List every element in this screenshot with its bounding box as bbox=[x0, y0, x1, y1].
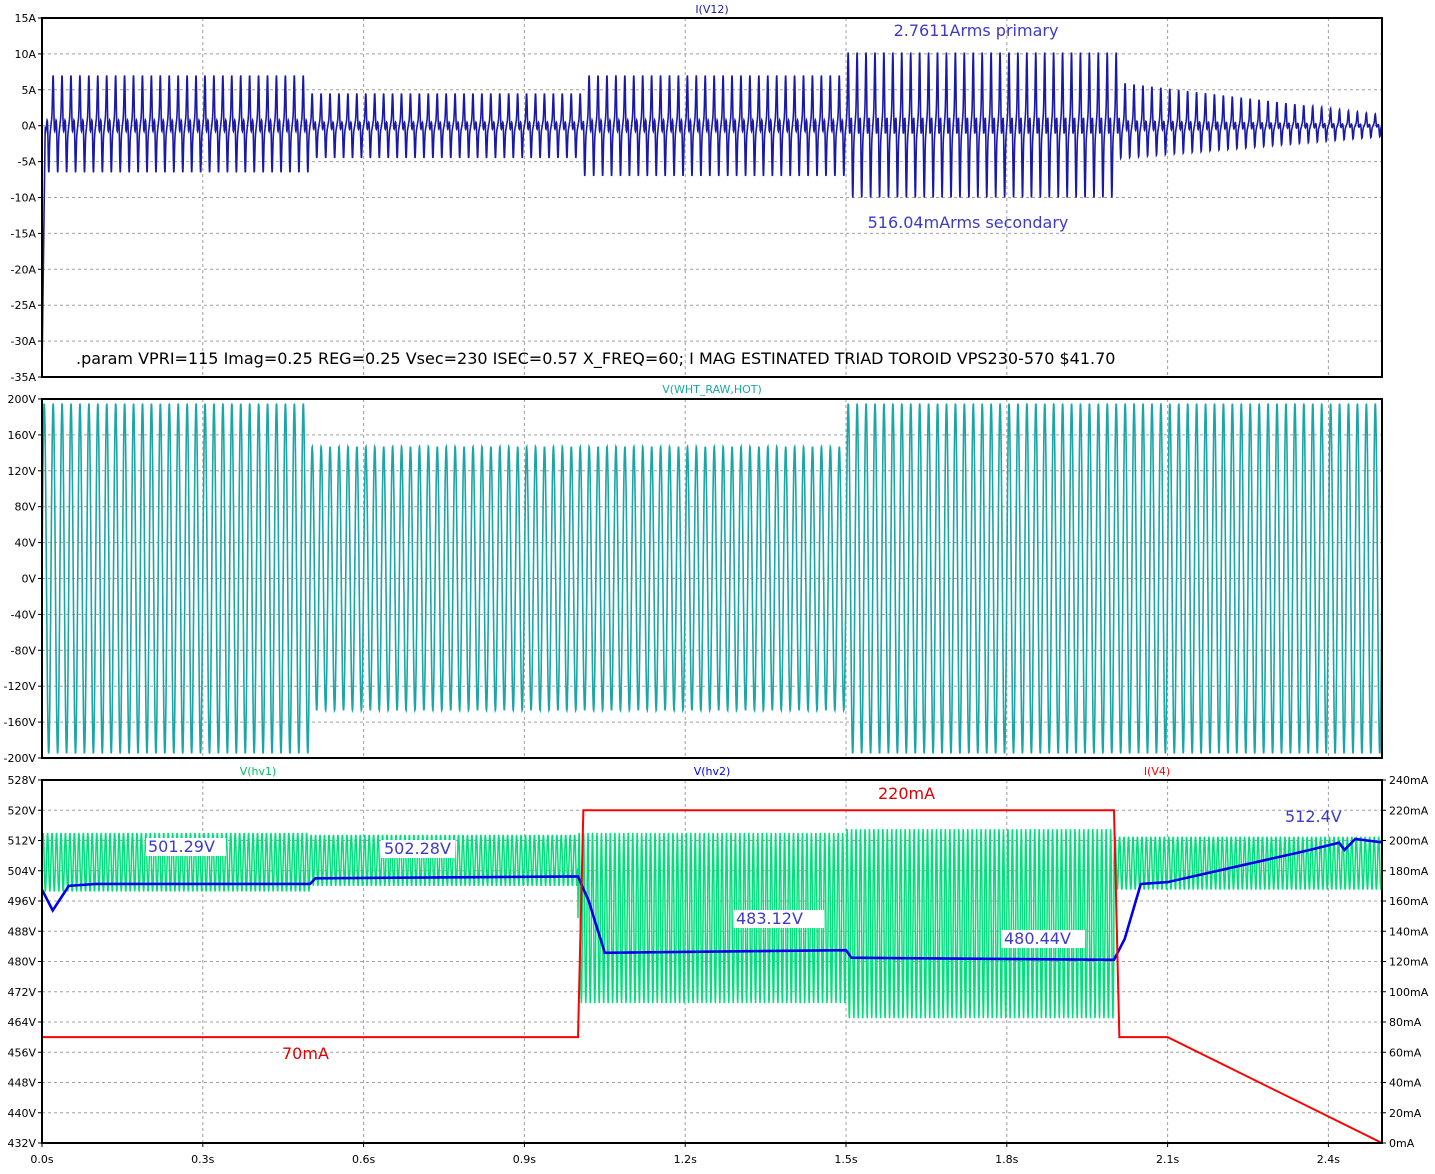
secondary-rms-label: 516.04mArms secondary bbox=[868, 213, 1069, 232]
y-tick-label: 10A bbox=[14, 48, 36, 61]
data-label-220ma: 220mA bbox=[878, 784, 935, 803]
y-tick-label: 496V bbox=[7, 895, 36, 908]
y2-tick-label: 200mA bbox=[1389, 835, 1429, 848]
y2-tick-label: 120mA bbox=[1389, 956, 1429, 969]
y2-tick-label: 20mA bbox=[1389, 1107, 1422, 1120]
y-tick-label: 120V bbox=[7, 465, 36, 478]
x-tick-label: 1.5s bbox=[834, 1153, 857, 1166]
y-tick-label: -120V bbox=[4, 680, 37, 693]
y2-tick-label: 220mA bbox=[1389, 804, 1429, 817]
y2-tick-label: 180mA bbox=[1389, 865, 1429, 878]
data-label-480v: 480.44V bbox=[1004, 929, 1071, 948]
data-label-512v: 512.4V bbox=[1285, 807, 1342, 826]
y-tick-label: 528V bbox=[7, 774, 36, 787]
y-tick-label: -25A bbox=[11, 299, 37, 312]
legend-vhv2: V(hv2) bbox=[694, 765, 731, 778]
trace-vhv1 bbox=[41, 829, 1383, 1019]
y2-tick-label: 160mA bbox=[1389, 895, 1429, 908]
data-label-501v: 501.29V bbox=[148, 837, 215, 856]
y2-tick-label: 80mA bbox=[1389, 1016, 1422, 1029]
y-tick-label: -40V bbox=[11, 608, 37, 621]
y-tick-label: -5A bbox=[18, 156, 37, 169]
y-tick-label: 40V bbox=[14, 537, 36, 550]
y-tick-label: -10A bbox=[11, 192, 37, 205]
plot-window: I(V12) 15A 10A 5A 0A -5A -10A -15A -20A -25A -30A… bbox=[0, 0, 1435, 1170]
x-tick-label: 0.9s bbox=[513, 1153, 536, 1166]
primary-rms-label: 2.7611Arms primary bbox=[894, 21, 1059, 40]
x-tick-label: 1.2s bbox=[674, 1153, 697, 1166]
y-tick-label: 520V bbox=[7, 804, 36, 817]
x-tick-label: 1.8s bbox=[995, 1153, 1018, 1166]
y-tick-label: -35A bbox=[11, 371, 37, 384]
panel2-title: V(WHT_RAW,HOT) bbox=[662, 383, 762, 396]
y-tick-label: 0A bbox=[21, 120, 36, 133]
y-tick-label: 160V bbox=[7, 429, 36, 442]
y-tick-label: -15A bbox=[11, 227, 37, 240]
spice-param-directive: .param VPRI=115 Imag=0.25 REG=0.25 Vsec=… bbox=[76, 349, 1115, 369]
legend-vhv1: V(hv1) bbox=[240, 765, 277, 778]
y-tick-label: 472V bbox=[7, 986, 36, 999]
data-label-483v: 483.12V bbox=[736, 909, 803, 928]
y2-tick-label: 100mA bbox=[1389, 986, 1429, 999]
y-tick-label: 448V bbox=[7, 1077, 36, 1090]
y-tick-label: 432V bbox=[7, 1137, 36, 1150]
y2-tick-label: 40mA bbox=[1389, 1077, 1422, 1090]
y-tick-label: 440V bbox=[7, 1107, 36, 1120]
y-tick-label: -200V bbox=[4, 752, 37, 765]
y-tick-label: 512V bbox=[7, 835, 36, 848]
data-label-70ma: 70mA bbox=[282, 1044, 329, 1063]
y2-tick-label: 140mA bbox=[1389, 925, 1429, 938]
waveform-viewer: I(V12) 15A 10A 5A 0A -5A -10A -15A -20A -25A -30A… bbox=[4, 3, 1429, 1166]
y-tick-label: 15A bbox=[14, 12, 36, 25]
y-tick-label: 200V bbox=[7, 393, 36, 406]
y-tick-label: -30A bbox=[11, 335, 37, 348]
panel1-title: I(V12) bbox=[695, 3, 728, 16]
y-tick-label: -160V bbox=[4, 716, 37, 729]
y-tick-label: 464V bbox=[7, 1016, 36, 1029]
y-tick-label: -80V bbox=[11, 644, 37, 657]
x-tick-label: 0.0s bbox=[30, 1153, 53, 1166]
trace-iv12 bbox=[41, 52, 1383, 370]
y-tick-label: 0V bbox=[21, 573, 36, 586]
y-tick-label: 80V bbox=[14, 501, 36, 514]
y2-tick-label: 60mA bbox=[1389, 1046, 1422, 1059]
x-tick-label: 0.3s bbox=[191, 1153, 214, 1166]
y-tick-label: 456V bbox=[7, 1046, 36, 1059]
trace-vwht-raw-hot bbox=[41, 403, 1383, 754]
y-tick-label: 5A bbox=[21, 84, 36, 97]
y2-tick-label: 240mA bbox=[1389, 774, 1429, 787]
y-tick-label: 504V bbox=[7, 865, 36, 878]
x-tick-label: 0.6s bbox=[352, 1153, 375, 1166]
legend-iv4: I(V4) bbox=[1144, 765, 1170, 778]
x-tick-label: 2.1s bbox=[1156, 1153, 1179, 1166]
x-tick-label: 2.4s bbox=[1317, 1153, 1340, 1166]
y-tick-label: 480V bbox=[7, 956, 36, 969]
y-tick-label: 488V bbox=[7, 925, 36, 938]
y-tick-label: -20A bbox=[11, 263, 37, 276]
data-label-502v: 502.28V bbox=[384, 839, 451, 858]
y2-tick-label: 0mA bbox=[1389, 1137, 1415, 1150]
